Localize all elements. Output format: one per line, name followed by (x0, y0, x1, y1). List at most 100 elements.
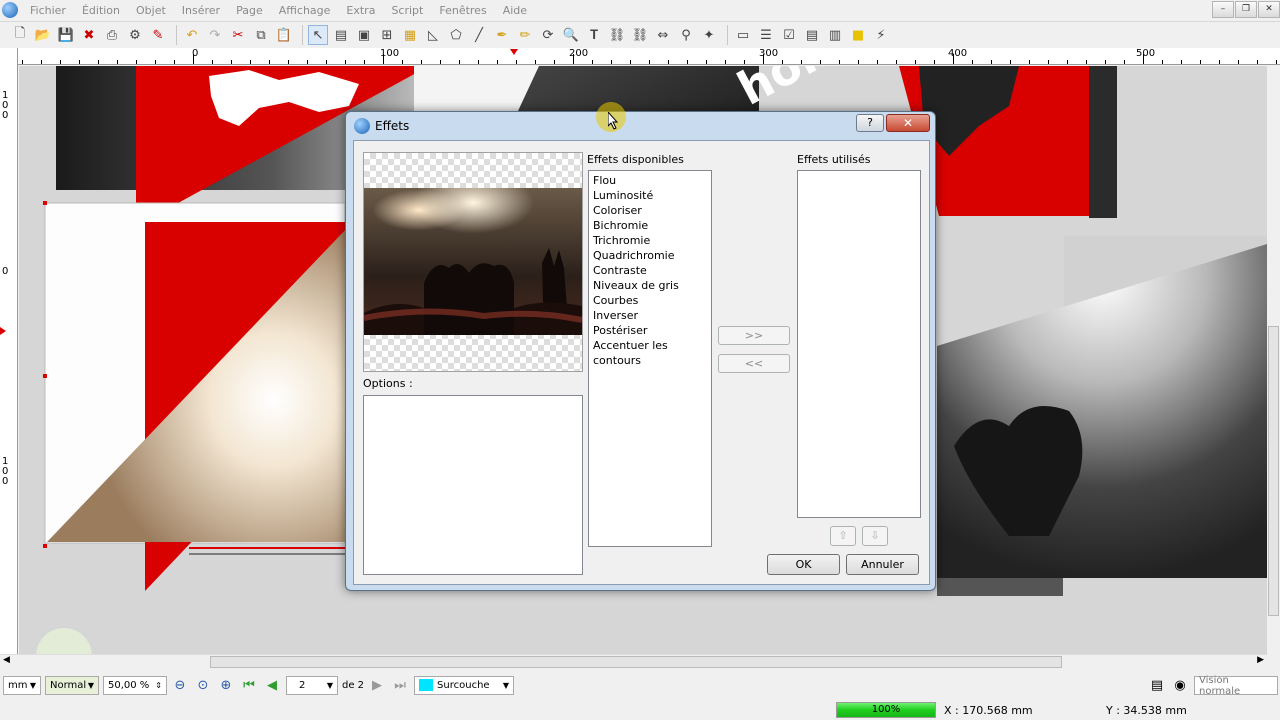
pdf-combobox-icon[interactable]: ▤ (802, 25, 822, 45)
menu-affichage[interactable]: Affichage (271, 4, 339, 17)
eyedropper-icon[interactable]: ✦ (699, 25, 719, 45)
zoom-in-icon[interactable]: ⊕ (217, 676, 235, 694)
mode-select[interactable]: Normal ▼ (45, 675, 99, 695)
table-icon[interactable]: ▦ (400, 25, 420, 45)
paste-icon[interactable]: 📋 (274, 25, 294, 45)
pdf-button-icon[interactable]: ▭ (733, 25, 753, 45)
pdf-link-icon[interactable]: ⚡ (871, 25, 891, 45)
bezier-icon[interactable]: ✒ (492, 25, 512, 45)
layer-select[interactable]: Surcouche ▼ (414, 675, 515, 695)
scroll-right-icon[interactable]: ▶ (1257, 655, 1264, 665)
horizontal-scroll-thumb[interactable] (210, 656, 1062, 668)
effect-item-courbes[interactable]: Courbes (589, 293, 711, 308)
zoom-icon[interactable]: 🔍 (561, 25, 581, 45)
rotate-icon[interactable]: ⟳ (538, 25, 558, 45)
text-frame-icon[interactable]: ▤ (331, 25, 351, 45)
zoom-actual-icon[interactable]: ⊙ (194, 676, 212, 694)
menu-objet[interactable]: Objet (128, 4, 174, 17)
first-page-icon[interactable]: ⏮ (240, 676, 258, 694)
zoom-input[interactable]: 50,00 % ⇕ (103, 675, 167, 695)
effect-item-flou[interactable]: Flou (589, 173, 711, 188)
export-pdf-icon[interactable]: ✎ (148, 25, 168, 45)
measure-icon[interactable]: ⇔ (653, 25, 673, 45)
vertical-scroll-thumb[interactable] (1268, 326, 1279, 616)
ok-button[interactable]: OK (767, 554, 840, 575)
open-folder-icon[interactable]: 📂 (33, 25, 53, 45)
pdf-checkbox-icon[interactable]: ☑ (779, 25, 799, 45)
effect-item-quadrichromie[interactable]: Quadrichromie (589, 248, 711, 263)
menu-script[interactable]: Script (383, 4, 431, 17)
close-document-icon[interactable]: ✖ (79, 25, 99, 45)
page-select[interactable]: 2 ▼ (286, 675, 338, 695)
new-document-icon[interactable]: 🗋 (10, 25, 30, 45)
vertical-scrollbar[interactable] (1267, 66, 1280, 654)
menu-page[interactable]: Page (228, 4, 271, 17)
zoom-out-icon[interactable]: ⊖ (171, 676, 189, 694)
menu-fichier[interactable]: Fichier (22, 4, 74, 17)
shape-icon[interactable]: ◺ (423, 25, 443, 45)
effect-item-niveaux-de-gris[interactable]: Niveaux de gris (589, 278, 711, 293)
remove-effect-button[interactable]: << (718, 354, 790, 373)
horizontal-scrollbar[interactable]: ◀ ▶ (0, 654, 1267, 668)
y-coordinate: Y : 34.538 mm (1106, 704, 1187, 717)
unlink-frames-icon[interactable]: ⛓ (630, 25, 650, 45)
effect-item-coloriser[interactable]: Coloriser (589, 203, 711, 218)
redo-icon[interactable]: ↷ (205, 25, 225, 45)
select-tool-icon[interactable]: ↖ (308, 25, 328, 45)
used-effects-list[interactable] (797, 170, 921, 518)
menu-extra[interactable]: Extra (338, 4, 383, 17)
effect-item-contraste[interactable]: Contraste (589, 263, 711, 278)
undo-icon[interactable]: ↶ (182, 25, 202, 45)
save-icon[interactable]: 💾 (56, 25, 76, 45)
freehand-icon[interactable]: ✏ (515, 25, 535, 45)
preflight-icon[interactable]: ⚙ (125, 25, 145, 45)
pdf-listbox-icon[interactable]: ▥ (825, 25, 845, 45)
add-effect-button[interactable]: >> (718, 326, 790, 345)
view-mode-select[interactable]: Vision normale (1194, 675, 1278, 697)
print-icon[interactable]: ⎙ (102, 25, 122, 45)
image-frame-icon[interactable]: ▣ (354, 25, 374, 45)
ruler-tick (1200, 60, 1201, 64)
restore-icon[interactable]: ❐ (1235, 1, 1257, 18)
ruler-tick (117, 60, 118, 64)
ruler-tick (383, 54, 384, 64)
ruler-tick (744, 60, 745, 64)
menu-fenetres[interactable]: Fenêtres (431, 4, 494, 17)
effect-item-trichromie[interactable]: Trichromie (589, 233, 711, 248)
menu-inserer[interactable]: Insérer (174, 4, 228, 17)
link-frames-icon[interactable]: ⛓ (607, 25, 627, 45)
effect-item-inverser[interactable]: Inverser (589, 308, 711, 323)
unit-select[interactable]: mm ▼ (3, 675, 41, 695)
pdf-annotation-icon[interactable]: ■ (848, 25, 868, 45)
copy-properties-icon[interactable]: ⚲ (676, 25, 696, 45)
previous-page-icon[interactable]: ◀ (263, 676, 281, 694)
move-up-icon[interactable]: ⇧ (830, 526, 856, 546)
toggle-preview-icon[interactable]: ▤ (1148, 677, 1166, 695)
help-button[interactable]: ? (856, 114, 884, 132)
close-button[interactable]: ✕ (886, 114, 930, 132)
eye-icon[interactable]: ◉ (1171, 677, 1189, 695)
options-panel[interactable] (363, 395, 583, 575)
edit-text-icon[interactable]: 𝐓 (584, 25, 604, 45)
last-page-icon[interactable]: ⏭ (391, 676, 409, 694)
polygon-icon[interactable]: ⬠ (446, 25, 466, 45)
next-page-icon[interactable]: ▶ (368, 676, 386, 694)
cut-icon[interactable]: ✂ (228, 25, 248, 45)
render-frame-icon[interactable]: ⊞ (377, 25, 397, 45)
effect-item-bichromie[interactable]: Bichromie (589, 218, 711, 233)
effect-item-luminosite[interactable]: Luminosité (589, 188, 711, 203)
cancel-button[interactable]: Annuler (846, 554, 919, 575)
copy-icon[interactable]: ⧉ (251, 25, 271, 45)
effect-item-accentuer-contours[interactable]: Accentuer les contours (589, 338, 711, 367)
move-down-icon[interactable]: ⇩ (862, 526, 888, 546)
line-icon[interactable]: ╱ (469, 25, 489, 45)
menu-edition[interactable]: Édition (74, 4, 128, 17)
effect-item-posteriser[interactable]: Postériser (589, 323, 711, 338)
available-effects-list[interactable]: Flou Luminosité Coloriser Bichromie Tric… (588, 170, 712, 547)
minimize-icon[interactable]: – (1212, 1, 1234, 18)
pdf-textfield-icon[interactable]: ☰ (756, 25, 776, 45)
close-window-icon[interactable]: ✕ (1258, 1, 1280, 18)
menu-aide[interactable]: Aide (495, 4, 535, 17)
scroll-left-icon[interactable]: ◀ (3, 655, 10, 665)
dialog-titlebar[interactable]: Effets (346, 112, 935, 140)
